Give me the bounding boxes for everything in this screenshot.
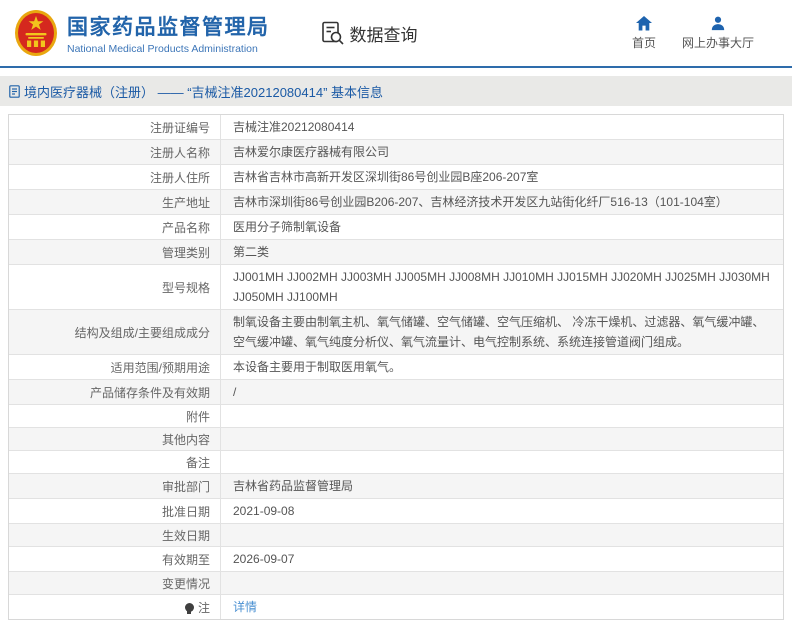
detail-link[interactable]: 详情 bbox=[233, 597, 257, 617]
nav-home[interactable]: 首页 bbox=[632, 16, 656, 51]
row-label-text: 管理类别 bbox=[162, 244, 210, 261]
row-label: 有效期至 bbox=[9, 547, 221, 571]
row-value: 医用分子筛制氧设备 bbox=[221, 215, 783, 239]
row-value: 2026-09-07 bbox=[221, 547, 783, 571]
row-label: 审批部门 bbox=[9, 474, 221, 498]
row-label: 生产地址 bbox=[9, 190, 221, 214]
row-label-text: 注 bbox=[198, 599, 210, 616]
row-label: 其他内容 bbox=[9, 428, 221, 450]
table-row: 生效日期 bbox=[9, 524, 783, 547]
table-row: 结构及组成/主要组成成分制氧设备主要由制氧主机、氧气储罐、空气储罐、空气压缩机、… bbox=[9, 310, 783, 355]
row-value: 吉林省吉林市高新开发区深圳街86号创业园B座206-207室 bbox=[221, 165, 783, 189]
table-row: 产品名称医用分子筛制氧设备 bbox=[9, 215, 783, 240]
row-label: 管理类别 bbox=[9, 240, 221, 264]
table-row: 注册人住所吉林省吉林市高新开发区深圳街86号创业园B座206-207室 bbox=[9, 165, 783, 190]
row-label: 适用范围/预期用途 bbox=[9, 355, 221, 379]
agency-name-zh: 国家药品监督管理局 bbox=[67, 11, 270, 41]
row-value bbox=[221, 524, 783, 546]
table-row: 注 详情 bbox=[9, 595, 783, 619]
table-row: 注册人名称吉林爱尔康医疗器械有限公司 bbox=[9, 140, 783, 165]
row-value: 详情 bbox=[221, 595, 783, 619]
table-row: 管理类别第二类 bbox=[9, 240, 783, 265]
table-row: 适用范围/预期用途本设备主要用于制取医用氧气。 bbox=[9, 355, 783, 380]
row-value: 本设备主要用于制取医用氧气。 bbox=[221, 355, 783, 379]
row-label-text: 产品储存条件及有效期 bbox=[90, 384, 210, 401]
table-row: 有效期至 2026-09-07 bbox=[9, 547, 783, 572]
row-label: 结构及组成/主要组成成分 bbox=[9, 310, 221, 354]
row-label-text: 产品名称 bbox=[162, 219, 210, 236]
row-value: JJ001MH JJ002MH JJ003MH JJ005MH JJ008MH … bbox=[221, 265, 783, 309]
row-label-text: 生效日期 bbox=[162, 527, 210, 544]
row-label: 批准日期 bbox=[9, 499, 221, 523]
table-row: 生产地址吉林市深圳街86号创业园B206-207、吉林经济技术开发区九站街化纤厂… bbox=[9, 190, 783, 215]
row-label-text: 其他内容 bbox=[162, 431, 210, 448]
row-value bbox=[221, 572, 783, 594]
row-label-text: 生产地址 bbox=[162, 194, 210, 211]
nav-service-hall-label: 网上办事大厅 bbox=[682, 34, 754, 51]
row-label: 生效日期 bbox=[9, 524, 221, 546]
nav-service-hall[interactable]: 网上办事大厅 bbox=[682, 16, 754, 51]
table-row: 注册证编号吉械注准20212080414 bbox=[9, 115, 783, 140]
table-row: 其他内容 bbox=[9, 428, 783, 451]
row-label: 产品储存条件及有效期 bbox=[9, 380, 221, 404]
row-value: 第二类 bbox=[221, 240, 783, 264]
row-label-text: 注册人住所 bbox=[150, 169, 210, 186]
row-label-text: 注册证编号 bbox=[150, 119, 210, 136]
row-value: 吉械注准20212080414 bbox=[221, 115, 783, 139]
row-label-text: 批准日期 bbox=[162, 503, 210, 520]
row-value: 吉林省药品监督管理局 bbox=[221, 474, 783, 498]
table-row: 审批部门吉林省药品监督管理局 bbox=[9, 474, 783, 499]
row-label: 注册人名称 bbox=[9, 140, 221, 164]
row-value bbox=[221, 405, 783, 427]
row-value: / bbox=[221, 380, 783, 404]
header-nav: 首页 网上办事大厅 bbox=[632, 16, 778, 51]
row-label: 产品名称 bbox=[9, 215, 221, 239]
row-label-text: 结构及组成/主要组成成分 bbox=[75, 324, 210, 341]
row-value: 2021-09-08 bbox=[221, 499, 783, 523]
row-value: 吉林市深圳街86号创业园B206-207、吉林经济技术开发区九站街化纤厂516-… bbox=[221, 190, 783, 214]
row-value bbox=[221, 428, 783, 450]
row-label: 变更情况 bbox=[9, 572, 221, 594]
row-label: 型号规格 bbox=[9, 265, 221, 309]
agency-name-en: National Medical Products Administration bbox=[67, 43, 270, 55]
breadcrumb-text: 境内医疗器械（注册） —— “吉械注准20212080414” 基本信息 bbox=[24, 82, 383, 101]
info-table: 注册证编号吉械注准20212080414注册人名称吉林爱尔康医疗器械有限公司注册… bbox=[8, 114, 784, 620]
document-icon bbox=[9, 85, 20, 98]
home-icon bbox=[636, 16, 652, 31]
agency-name: 国家药品监督管理局 National Medical Products Admi… bbox=[67, 11, 270, 55]
row-value: 制氧设备主要由制氧主机、氧气储罐、空气储罐、空气压缩机、 冷冻干燥机、过滤器、氧… bbox=[221, 310, 783, 354]
row-label: 注 bbox=[9, 595, 221, 619]
row-label-text: 附件 bbox=[186, 408, 210, 425]
breadcrumb-bar: 境内医疗器械（注册） —— “吉械注准20212080414” 基本信息 bbox=[0, 76, 792, 106]
table-row: 批准日期 2021-09-08 bbox=[9, 499, 783, 524]
row-label-text: 审批部门 bbox=[162, 478, 210, 495]
row-label: 附件 bbox=[9, 405, 221, 427]
document-search-icon bbox=[322, 21, 345, 46]
table-row: 型号规格 JJ001MH JJ002MH JJ003MH JJ005MH JJ00… bbox=[9, 265, 783, 310]
row-label: 注册人住所 bbox=[9, 165, 221, 189]
row-label: 备注 bbox=[9, 451, 221, 473]
row-label-text: 变更情况 bbox=[162, 575, 210, 592]
agency-logo: 国家药品监督管理局 National Medical Products Admi… bbox=[14, 9, 270, 57]
table-row: 备注 bbox=[9, 451, 783, 474]
nav-home-label: 首页 bbox=[632, 34, 656, 51]
user-icon bbox=[710, 16, 726, 31]
table-row: 产品储存条件及有效期 / bbox=[9, 380, 783, 405]
data-query-label: 数据查询 bbox=[350, 21, 418, 46]
page-header: 国家药品监督管理局 National Medical Products Admi… bbox=[0, 0, 792, 68]
row-label-text: 注册人名称 bbox=[150, 144, 210, 161]
row-label: 注册证编号 bbox=[9, 115, 221, 139]
china-national-emblem-icon bbox=[14, 9, 58, 57]
data-query-nav[interactable]: 数据查询 bbox=[322, 21, 418, 46]
table-row: 变更情况 bbox=[9, 572, 783, 595]
row-label-text: 适用范围/预期用途 bbox=[111, 359, 210, 376]
row-value: 吉林爱尔康医疗器械有限公司 bbox=[221, 140, 783, 164]
row-label-text: 备注 bbox=[186, 454, 210, 471]
bulb-icon bbox=[185, 603, 194, 612]
row-value bbox=[221, 451, 783, 473]
row-label-text: 有效期至 bbox=[162, 551, 210, 568]
table-row: 附件 bbox=[9, 405, 783, 428]
breadcrumb: 境内医疗器械（注册） —— “吉械注准20212080414” 基本信息 bbox=[9, 82, 383, 101]
row-label-text: 型号规格 bbox=[162, 279, 210, 296]
